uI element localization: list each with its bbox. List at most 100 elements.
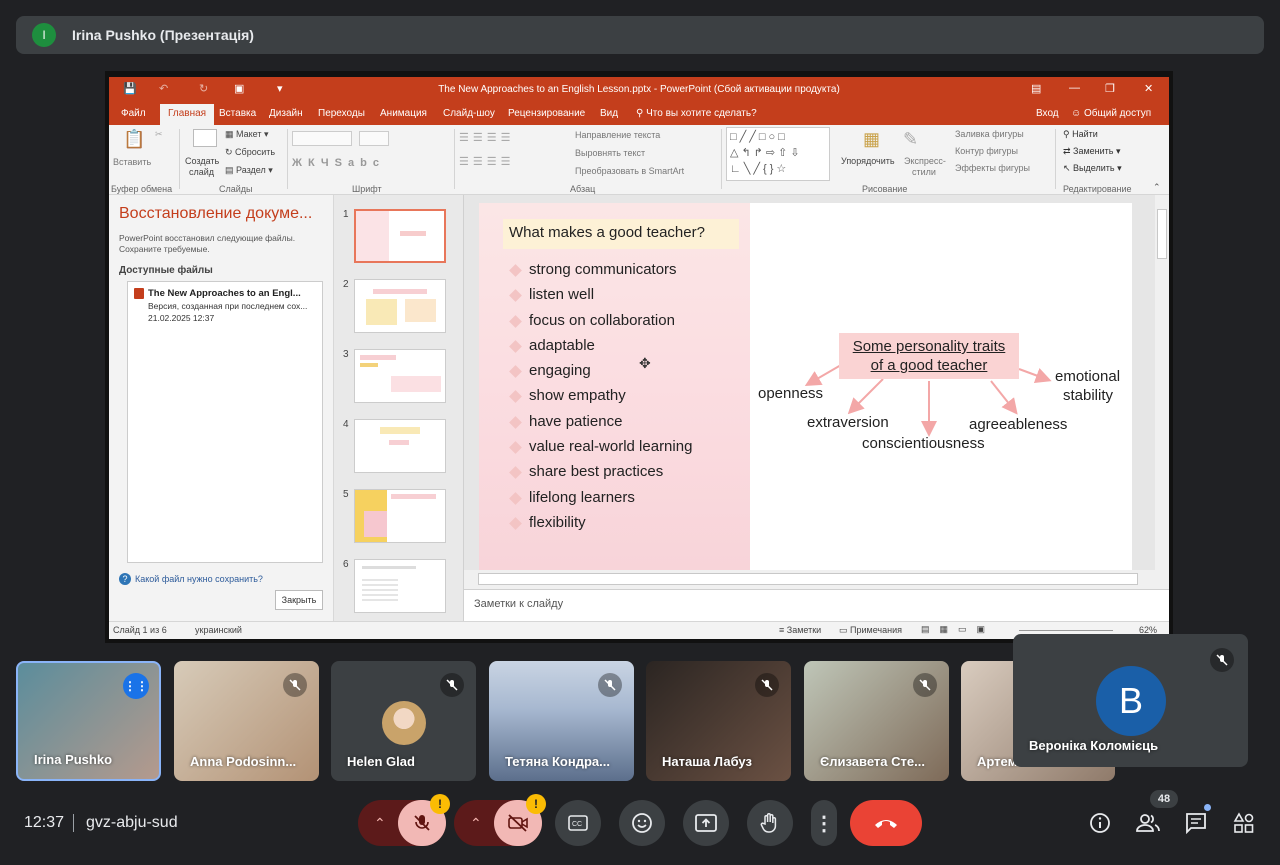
chat-button[interactable]: [1183, 804, 1211, 836]
scroll-thumb[interactable]: [478, 573, 1138, 585]
tab-insert[interactable]: Вставка: [219, 108, 256, 119]
horizontal-scrollbar[interactable]: [464, 570, 1155, 589]
slide-thumbnail-1[interactable]: [354, 209, 446, 263]
smartart-button[interactable]: Преобразовать в SmartArt: [575, 166, 684, 176]
shape-effects-button[interactable]: Эффекты фигуры: [955, 163, 1030, 173]
participant-tile[interactable]: Anna Podosinn...: [174, 661, 319, 781]
recovery-help-link[interactable]: ? Какой файл нужно сохранить?: [119, 573, 263, 585]
quick-styles-button-2[interactable]: стили: [912, 167, 936, 177]
participant-tile[interactable]: ⋮⋮ Irina Pushko: [16, 661, 161, 781]
thumb-number: 4: [343, 419, 349, 430]
camera-options-chevron-icon[interactable]: ⌃: [470, 815, 482, 832]
captions-button[interactable]: CC: [555, 800, 601, 846]
participant-tile[interactable]: Наташа Лабуз: [646, 661, 791, 781]
collapse-ribbon-icon[interactable]: ⌃: [1153, 182, 1161, 193]
more-options-button[interactable]: ⋮: [811, 800, 837, 846]
leave-call-button[interactable]: [850, 800, 922, 846]
shape-outline-button[interactable]: Контур фигуры: [955, 146, 1018, 156]
tell-me-search[interactable]: ⚲ Что вы хотите сделать?: [636, 108, 757, 119]
recovery-file-list: The New Approaches to an Engl... Версия,…: [127, 281, 323, 563]
new-slide-button[interactable]: Создать: [185, 156, 219, 166]
replace-button[interactable]: ⇄ Заменить ▾: [1063, 146, 1121, 157]
participant-tile[interactable]: Тетяна Кондра...: [489, 661, 634, 781]
scroll-thumb[interactable]: [1157, 209, 1167, 259]
align-text-button[interactable]: Выровнять текст: [575, 148, 645, 158]
mic-off-icon: [414, 815, 430, 831]
people-button[interactable]: [1135, 810, 1161, 836]
minimize-icon[interactable]: —: [1069, 82, 1080, 94]
thumb-accent: [389, 439, 409, 445]
font-format-buttons[interactable]: ЖКЧSabc: [292, 157, 385, 169]
tab-slideshow[interactable]: Слайд-шоу: [443, 108, 495, 119]
list-buttons[interactable]: ☰☰☰☰: [459, 131, 514, 144]
quick-styles-button[interactable]: Экспресс-: [904, 156, 946, 166]
view-buttons[interactable]: ▤▦▭▣: [921, 624, 995, 635]
shapes-gallery[interactable]: □╱╱□○□ △↰↱⇨⇧⇩ ∟╲╱{}☆: [726, 127, 830, 181]
thumb-accent: [356, 211, 390, 261]
tab-design[interactable]: Дизайн: [269, 108, 303, 119]
reactions-button[interactable]: [619, 800, 665, 846]
notes-toggle[interactable]: ≡ Заметки: [779, 625, 821, 635]
tab-view[interactable]: Вид: [600, 108, 618, 119]
align-buttons[interactable]: ☰☰☰☰: [459, 155, 514, 168]
slide-thumbnail-2[interactable]: [354, 279, 446, 333]
recovery-title: Восстановление докуме...: [119, 205, 313, 222]
comments-toggle[interactable]: ▭ Примечания: [839, 625, 902, 636]
group-font: Шрифт: [352, 184, 382, 194]
paste-icon[interactable]: 📋: [123, 129, 145, 150]
mic-options-chevron-icon[interactable]: ⌃: [374, 815, 386, 832]
new-slide-icon[interactable]: [193, 129, 217, 147]
recovery-close-button[interactable]: Закрыть: [275, 590, 323, 610]
font-name-input[interactable]: [292, 131, 352, 146]
slide-thumbnail-3[interactable]: [354, 349, 446, 403]
tab-file[interactable]: Файл: [121, 108, 146, 119]
login-link[interactable]: Вход: [1036, 108, 1059, 119]
zoom-slider[interactable]: [1019, 630, 1113, 631]
new-slide-button-2[interactable]: слайд: [189, 167, 214, 177]
tab-review[interactable]: Рецензирование: [508, 108, 585, 119]
participant-tile[interactable]: Helen Glad: [331, 661, 476, 781]
thumb-accent: [362, 566, 417, 570]
cut-icon[interactable]: ✂: [155, 129, 163, 140]
current-slide[interactable]: What makes a good teacher? strong commun…: [479, 203, 1132, 570]
language-status[interactable]: украинский: [195, 625, 242, 635]
recovery-file-title[interactable]: The New Approaches to an Engl...: [148, 288, 301, 299]
paste-button[interactable]: Вставить: [113, 157, 151, 167]
meeting-info-button[interactable]: [1087, 810, 1113, 836]
trait-conscientiousness: conscientiousness: [862, 435, 985, 452]
share-button[interactable]: ☺ Общий доступ: [1071, 108, 1151, 119]
arrange-button[interactable]: Упорядочить: [841, 156, 895, 166]
find-button[interactable]: ⚲ Найти: [1063, 129, 1098, 140]
shape-fill-button[interactable]: Заливка фигуры: [955, 129, 1024, 139]
slide-thumbnail-5[interactable]: [354, 489, 446, 543]
vertical-scrollbar[interactable]: [1155, 195, 1169, 589]
font-size-input[interactable]: [359, 131, 389, 146]
arrange-icon[interactable]: ▦: [863, 129, 880, 150]
select-button[interactable]: ↖ Выделить ▾: [1063, 163, 1122, 174]
mic-off-icon: [283, 673, 307, 697]
reset-button[interactable]: ↻ Сбросить: [225, 147, 275, 158]
slide-thumbnail-6[interactable]: [354, 559, 446, 613]
slide-notes[interactable]: Заметки к слайду: [464, 589, 1169, 621]
tab-transitions[interactable]: Переходы: [318, 108, 365, 119]
ribbon-options-icon[interactable]: ▤: [1031, 82, 1041, 95]
participant-name: Вероніка Коломієць: [1029, 738, 1159, 753]
thumb-accent: [360, 363, 379, 368]
present-button[interactable]: [683, 800, 729, 846]
tab-animation[interactable]: Анимация: [380, 108, 427, 119]
raise-hand-button[interactable]: [747, 800, 793, 846]
featured-participant-tile[interactable]: B Вероніка Коломієць: [1013, 634, 1248, 767]
group-paragraph: Абзац: [570, 184, 596, 194]
tab-home[interactable]: Главная: [160, 104, 215, 125]
layout-button[interactable]: ▦ Макет ▾: [225, 129, 269, 140]
thumb-accent: [364, 510, 387, 537]
text-direction-button[interactable]: Направление текста: [575, 130, 660, 140]
window-title: The New Approaches to an English Lesson.…: [438, 84, 840, 95]
participant-tile[interactable]: Єлизавета Сте...: [804, 661, 949, 781]
restore-icon[interactable]: ❐: [1105, 82, 1115, 95]
activities-button[interactable]: [1231, 810, 1257, 836]
section-button[interactable]: ▤ Раздел ▾: [225, 165, 273, 176]
quick-styles-icon[interactable]: ✎: [903, 129, 918, 150]
slide-thumbnail-4[interactable]: [354, 419, 446, 473]
close-icon[interactable]: ✕: [1144, 82, 1153, 95]
